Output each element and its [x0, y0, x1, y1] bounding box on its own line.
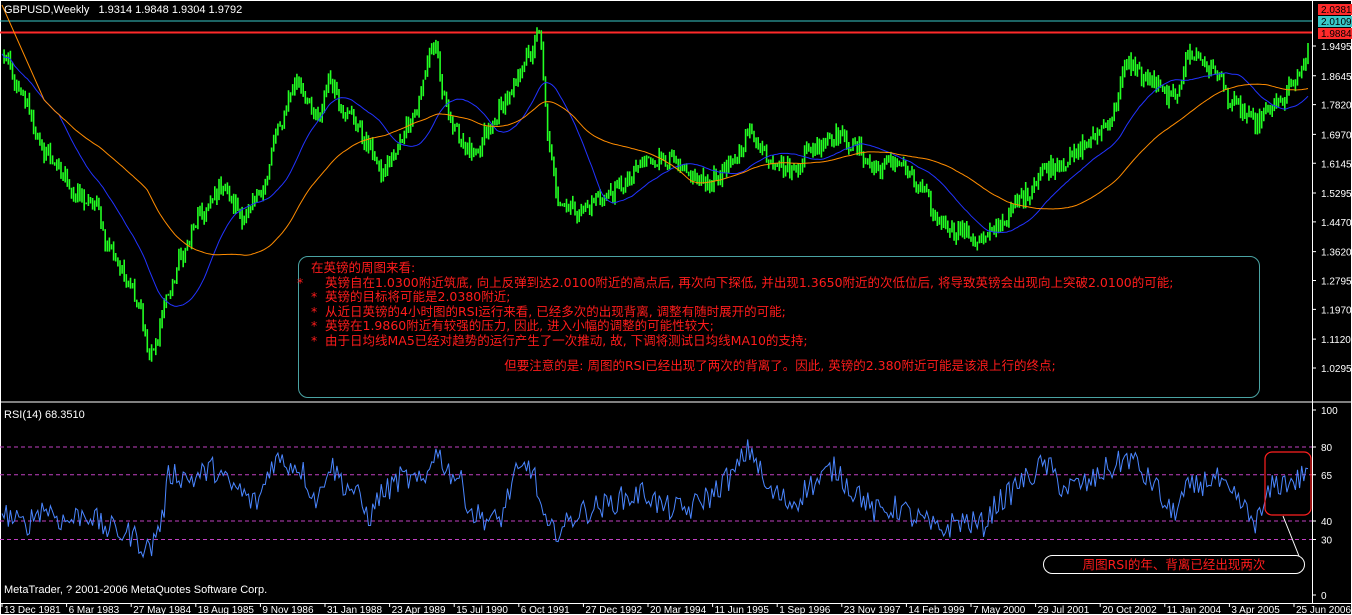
x-tick-label: 27 May 1984 [133, 605, 191, 615]
price-tick-label: 1.0295 [1321, 364, 1352, 375]
bullet-star: * [311, 318, 318, 334]
price-tick-label: 1.4470 [1321, 218, 1352, 229]
bullet-text: 英镑自在1.0300附近筑底, 向上反弹到达2.0100附近的高点后, 再次向下… [325, 274, 1174, 290]
note-footer: 但要注意的是: 周图的RSI已经出现了两次的背离了。因此, 英镑的2.380附近… [504, 357, 1056, 373]
x-tick-label: 25 Jun 2006 [1296, 605, 1351, 615]
rsi-tick-label: 65 [1321, 471, 1333, 482]
x-tick-label: 1 Sep 1996 [779, 605, 831, 615]
price-tick-label: 1.9495 [1321, 42, 1352, 53]
x-tick-label: 6 Mar 1983 [69, 605, 120, 615]
price-tick-label: 1.2795 [1321, 277, 1352, 288]
bullet-text: 英镑在1.9860附近有较强的压力, 因此, 进入小幅的调整的可能性较大; [325, 318, 714, 334]
copyright-text: MetaTrader, ? 2001-2006 MetaQuotes Softw… [4, 584, 267, 596]
x-tick-label: 20 Oct 2002 [1102, 605, 1157, 615]
price-tick-label: 1.6970 [1321, 130, 1352, 141]
rsi-label: RSI(14) 68.3510 [4, 409, 85, 421]
rsi-tick-label: 0 [1321, 591, 1327, 602]
note-bullets: * 英镑自在1.0300附近筑底, 向上反弹到达2.0100附近的高点后, 再次向… [297, 274, 1249, 349]
x-tick-label: 13 Dec 1981 [4, 605, 61, 615]
note-bullet: * 由于日均线MA5已经对趋势的运行产生了一次推动, 故, 下调将测试日均线MA1… [311, 332, 1249, 349]
x-tick-label: 31 Jan 1988 [327, 605, 382, 615]
analysis-note: 在英镑的周图来看: * 英镑自在1.0300附近筑底, 向上反弹到达2.0100附… [297, 256, 1260, 398]
price-tick-label: 1.1970 [1321, 305, 1352, 316]
x-tick-label: 14 Feb 1999 [908, 605, 965, 615]
bullet-text: 从近日英镑的4小时图的RSI运行来看, 已经多次的出现背离, 调整有随时展开的可… [325, 303, 786, 319]
x-tick-label: 9 Nov 1986 [262, 605, 314, 615]
x-tick-label: 7 May 2000 [973, 605, 1026, 615]
bullet-star: * [311, 289, 318, 305]
price-tick-label: 1.3620 [1321, 248, 1352, 259]
svg-text:1.9884: 1.9884 [1321, 29, 1352, 40]
price-tag: 1.9884 [1318, 28, 1352, 40]
note-bullet: * 英镑的目标将可能是2.0380附近; [311, 289, 1249, 305]
x-tick-label: 27 Dec 1992 [585, 605, 642, 615]
price-tick-label: 1.8645 [1321, 72, 1352, 83]
x-tick-label: 29 Jul 2001 [1038, 605, 1090, 615]
note-bullet: * 英镑在1.9860附近有较强的压力, 因此, 进入小幅的调整的可能性较大; [311, 319, 1249, 334]
svg-text:2.0381: 2.0381 [1321, 5, 1352, 16]
price-tag: 2.0109 [1318, 16, 1352, 28]
x-tick-label: 11 Jun 1995 [715, 605, 770, 615]
x-tick-label: 20 Mar 1994 [650, 605, 707, 615]
price-tag: 2.0381 [1318, 4, 1352, 16]
x-axis: 13 Dec 1981 6 Mar 1983 27 May 1984 18 Aug 1… [1, 603, 1351, 615]
note-heading: 在英镑的周图来看: [311, 260, 416, 275]
note-bullet: * 英镑自在1.0300附近筑底, 向上反弹到达2.0100附近的高点后, 再次向… [297, 274, 1249, 291]
price-tick-label: 1.7820 [1321, 101, 1352, 112]
bullet-star: * [311, 332, 318, 348]
symbol-header: GBPUSD,Weekly 1.9314 1.9848 1.9304 1.979… [4, 4, 242, 16]
rsi-divergence-callout: 周图RSI的年、背离已经出现两次 [1043, 555, 1305, 574]
bullet-text: 英镑的目标将可能是2.0380附近; [325, 289, 511, 305]
note-bullet: * 从近日英镑的4小时图的RSI运行来看, 已经多次的出现背离, 调整有随时展开的… [311, 303, 1249, 320]
x-tick-label: 18 Aug 1985 [198, 605, 255, 615]
rsi-tick-label: 80 [1321, 443, 1333, 454]
x-tick-label: 6 Oct 1991 [521, 605, 570, 615]
rsi-tick-label: 30 [1321, 536, 1333, 547]
price-tick-label: 1.1120 [1321, 335, 1351, 346]
x-tick-label: 11 Jan 2004 [1167, 605, 1222, 615]
svg-text:2.0109: 2.0109 [1321, 17, 1352, 28]
bullet-text: 由于日均线MA5已经对趋势的运行产生了一次推动, 故, 下调将测试日均线MA10… [325, 332, 808, 348]
bullet-star: * [311, 303, 318, 319]
rsi-tick-label: 40 [1321, 517, 1333, 528]
bullet-star: * [297, 274, 304, 290]
x-tick-label: 3 Apr 2005 [1231, 605, 1280, 615]
x-tick-label: 23 Apr 1989 [392, 605, 446, 615]
callout-pointer [1282, 515, 1300, 557]
price-tick-label: 1.6145 [1321, 159, 1352, 170]
price-tick-label: 1.5295 [1321, 189, 1352, 200]
x-tick-label: 15 Jul 1990 [456, 605, 508, 615]
x-tick-label: 23 Nov 1997 [844, 605, 901, 615]
rsi-tick-label: 100 [1321, 406, 1338, 417]
